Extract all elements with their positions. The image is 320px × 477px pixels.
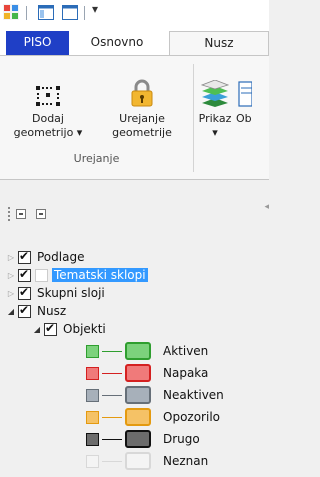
- ob-label: Ob: [236, 112, 252, 125]
- legend-row: Neznan: [86, 450, 210, 472]
- display-dropdown-arrow: ▾: [212, 126, 218, 139]
- tree-item-label: Tematski sklopi: [52, 268, 148, 282]
- expand-arrow-icon[interactable]: ▷: [4, 253, 18, 262]
- ribbon-panel: Dodaj geometrijo ▾ Urejanje geometrije U…: [0, 55, 269, 180]
- layers-panel-toolbar: ◂: [0, 200, 269, 228]
- legend-swatch-line: [102, 416, 122, 418]
- add-geometry-label-2: geometrijo ▾: [13, 126, 83, 139]
- panel-icon[interactable]: [62, 5, 78, 20]
- collapse-arrow-icon[interactable]: ◢: [30, 325, 44, 334]
- legend-swatch-large: [125, 452, 151, 470]
- legend-swatch-large: [125, 408, 151, 426]
- collapse-arrow-icon[interactable]: ◢: [4, 307, 18, 316]
- legend-row: Neaktiven: [86, 384, 226, 406]
- toolbar-grip[interactable]: [8, 207, 10, 221]
- qat-separator: [84, 6, 85, 20]
- layer-checkbox[interactable]: [18, 303, 31, 318]
- legend-swatch-large: [125, 364, 151, 382]
- edit-geometry-label: Urejanje: [119, 112, 165, 125]
- legend-row: Napaka: [86, 362, 210, 384]
- tree-item-label: Objekti: [63, 322, 106, 336]
- display-button[interactable]: Prikaz ▾: [198, 80, 232, 140]
- legend-label: Napaka: [163, 366, 209, 380]
- app-icon[interactable]: [3, 4, 19, 20]
- legend-swatch-small: [86, 366, 99, 380]
- legend-label: Opozorilo: [163, 410, 220, 424]
- add-geometry-button[interactable]: Dodaj geometrijo ▾: [2, 86, 94, 140]
- legend-label: Drugo: [163, 432, 200, 446]
- legend-swatch-large: [125, 342, 151, 360]
- display-label: Prikaz: [198, 112, 232, 125]
- legend-swatch-line: [102, 460, 122, 462]
- legend-row: Drugo: [86, 428, 202, 450]
- legend-swatch-small: [86, 344, 99, 358]
- tab-osnovno[interactable]: Osnovno: [75, 31, 159, 56]
- customize-dropdown-icon[interactable]: ▾: [92, 2, 98, 16]
- tree-item-tematski-sklopi[interactable]: ▷ Tematski sklopi: [4, 266, 148, 284]
- legend-swatch-large: [125, 386, 151, 404]
- panel-caret-icon: ◂: [264, 202, 269, 212]
- legend-row: Aktiven: [86, 340, 210, 362]
- legend-label: Neznan: [163, 454, 209, 468]
- collapse-all-icon[interactable]: [36, 209, 46, 219]
- legend-swatch-small: [86, 410, 99, 424]
- add-geometry-icon: [36, 86, 60, 106]
- window-icon[interactable]: [38, 5, 54, 20]
- layer-checkbox[interactable]: [18, 285, 31, 300]
- tree-item-objekti[interactable]: ◢ Objekti: [30, 320, 108, 338]
- ob-button[interactable]: Ob: [236, 81, 269, 126]
- document-icon: [238, 81, 252, 107]
- tree-item-label: Podlage: [37, 250, 85, 264]
- group-label-urejanje: Urejanje: [73, 152, 120, 165]
- ribbon-tabs: PISO Osnovno Nusz: [0, 26, 269, 56]
- expand-arrow-icon[interactable]: ▷: [4, 271, 18, 280]
- edit-geometry-button[interactable]: Urejanje geometrije: [96, 79, 188, 140]
- tree-item-label: Nusz: [37, 304, 67, 318]
- group-separator: [193, 64, 194, 172]
- tree-item-label: Skupni sloji: [37, 286, 105, 300]
- layer-checkbox[interactable]: [44, 321, 57, 336]
- add-geometry-label: Dodaj: [32, 112, 64, 125]
- legend-swatch-small: [86, 432, 99, 446]
- quick-access-toolbar: ▾: [0, 0, 269, 26]
- group-box-icon: [35, 268, 48, 282]
- edit-geometry-label-2: geometrije: [112, 126, 172, 139]
- tab-nusz[interactable]: Nusz: [169, 31, 269, 56]
- legend-swatch-line: [102, 438, 122, 440]
- expand-all-icon[interactable]: [16, 209, 26, 219]
- lock-icon: [131, 79, 153, 107]
- legend-swatch-line: [102, 350, 122, 352]
- legend-swatch-line: [102, 394, 122, 396]
- expand-arrow-icon[interactable]: ▷: [4, 289, 18, 298]
- tree-item-nusz[interactable]: ◢ Nusz: [4, 302, 68, 320]
- tree-item-skupni-sloji[interactable]: ▷ Skupni sloji: [4, 284, 107, 302]
- layer-checkbox[interactable]: [18, 267, 31, 282]
- legend-label: Neaktiven: [163, 388, 224, 402]
- legend-swatch-line: [102, 372, 122, 374]
- qat-separator: [26, 6, 27, 20]
- tab-piso[interactable]: PISO: [6, 31, 69, 56]
- layer-checkbox[interactable]: [18, 249, 31, 264]
- legend-swatch-small: [86, 454, 99, 468]
- tree-item-podlage[interactable]: ▷ Podlage: [4, 248, 86, 266]
- legend-swatch-large: [125, 430, 151, 448]
- legend-swatch-small: [86, 388, 99, 402]
- layers-icon: [200, 80, 230, 107]
- legend-label: Aktiven: [163, 344, 209, 358]
- legend-row: Opozorilo: [86, 406, 222, 428]
